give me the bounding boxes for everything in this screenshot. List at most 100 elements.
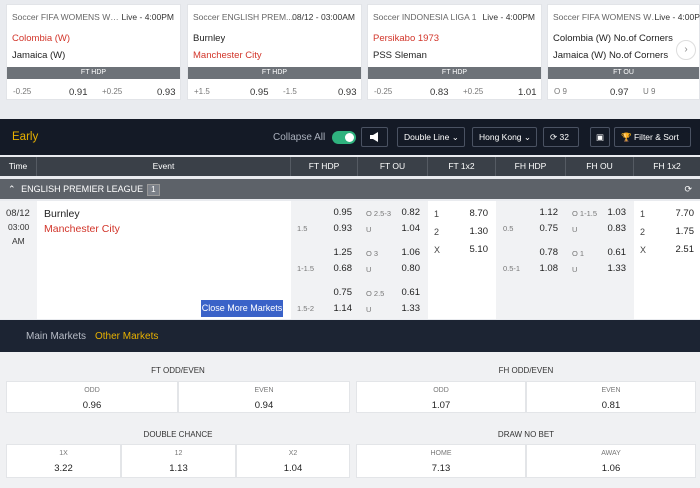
league-count: 1	[147, 184, 160, 196]
odds-value[interactable]: 0.93	[157, 87, 176, 98]
odds-value[interactable]: 0.93	[338, 87, 357, 98]
odds-label: -0.25	[374, 87, 393, 96]
odds-value[interactable]: 1.75	[654, 226, 695, 237]
odds-value[interactable]: 0.61	[380, 287, 421, 298]
col-ft-1x2: FT 1x2	[428, 157, 496, 176]
close-more-markets-button[interactable]: Close More Markets	[201, 300, 283, 317]
chevron-up-icon[interactable]: ⌃	[8, 184, 16, 194]
odds-value[interactable]: 0.80	[380, 263, 421, 274]
odds-box-value: 1.04	[283, 463, 303, 474]
odds-label: -1.5	[283, 87, 297, 96]
odds-value[interactable]: 0.75	[516, 223, 559, 234]
odds-value[interactable]: 0.75	[310, 287, 353, 298]
odds-value[interactable]: 0.78	[516, 247, 559, 258]
col-ft-ou: FT OU	[358, 157, 428, 176]
odds-box[interactable]: EVEN 0.94	[178, 381, 350, 413]
odds-value[interactable]: 0.95	[250, 87, 269, 98]
odds-label: U 9	[643, 87, 656, 96]
odds-value[interactable]: 0.91	[69, 87, 88, 98]
home-team: Burnley	[44, 208, 80, 220]
odds-box-value: 0.96	[82, 400, 102, 411]
match-card[interactable]: Soccer INDONESIA LIGA 1 Live - 4:00PM Per…	[367, 4, 542, 100]
odds-value[interactable]: 1.06	[380, 247, 421, 258]
odds-box[interactable]: ODD 1.07	[356, 381, 526, 413]
league-header[interactable]: ⌃ ENGLISH PREMIER LEAGUE 1 ⟳	[0, 179, 700, 199]
tab-main-markets[interactable]: Main Markets	[26, 331, 86, 342]
bet-slip-icon[interactable]: ▣	[590, 127, 610, 147]
match-date: 08/12	[6, 208, 30, 219]
odds-box[interactable]: X2 1.04	[236, 444, 350, 478]
odds-value[interactable]: 0.83	[586, 223, 627, 234]
odds-box-value: 1.06	[601, 463, 621, 474]
col-ft-hdp: FT HDP	[291, 157, 358, 176]
odds-label: +1.5	[194, 87, 210, 96]
odds-value[interactable]: 1.01	[518, 87, 537, 98]
ou-line: U	[366, 265, 372, 274]
odds-box[interactable]: ODD 0.96	[6, 381, 178, 413]
card-competition: Soccer INDONESIA LIGA 1	[373, 12, 477, 22]
odds-box-value: 0.81	[601, 400, 621, 411]
odds-label: +0.25	[463, 87, 484, 96]
filter-sort-button[interactable]: 🏆 Filter & Sort	[614, 127, 691, 147]
odds-value[interactable]: 1.08	[516, 263, 559, 274]
col-fh-hdp: FH HDP	[496, 157, 566, 176]
fh-odds-bg	[496, 201, 634, 319]
card-team1: Colombia (W) No.of Corners	[553, 33, 673, 44]
ft-odds-bg	[291, 201, 428, 319]
odds-value[interactable]: 1.30	[448, 226, 489, 237]
col-fh-ou: FH OU	[566, 157, 634, 176]
odds-value[interactable]: 1.33	[586, 263, 627, 274]
odds-value[interactable]: 1.14	[310, 303, 353, 314]
odds-value[interactable]: 1.12	[516, 207, 559, 218]
odds-value[interactable]: 0.83	[430, 87, 449, 98]
odds-box-label: ODD	[84, 387, 100, 394]
line-select[interactable]: Double Line ⌄	[397, 127, 465, 147]
match-card[interactable]: Soccer FIFA WOMENS WO...Live - 4:00PM Co…	[6, 4, 181, 100]
odds-format-select[interactable]: Hong Kong ⌄	[472, 127, 537, 147]
odds-value[interactable]: 1.03	[586, 207, 627, 218]
card-team2: Jamaica (W) No.of Corners	[553, 50, 669, 61]
match-card[interactable]: Soccer ENGLISH PREM... 08/12 - 03:00AM Bu…	[187, 4, 362, 100]
chevron-down-icon: ⌄	[451, 132, 459, 142]
odds-value[interactable]: 8.70	[448, 208, 489, 219]
odds-box[interactable]: AWAY 1.06	[526, 444, 696, 478]
odds-value[interactable]: 7.70	[654, 208, 695, 219]
chevron-right-icon[interactable]: ›	[676, 40, 696, 60]
odds-value[interactable]: 0.93	[310, 223, 353, 234]
odds-value[interactable]: 0.82	[380, 207, 421, 218]
odds-value[interactable]: 0.97	[610, 87, 629, 98]
collapse-all-toggle[interactable]	[332, 131, 356, 144]
odds-box[interactable]: HOME 7.13	[356, 444, 526, 478]
odds-value[interactable]: 2.51	[654, 244, 695, 255]
card-market: FT HDP	[7, 67, 180, 79]
odds-value[interactable]: 0.68	[310, 263, 353, 274]
odds-box[interactable]: 12 1.13	[121, 444, 236, 478]
odds-value[interactable]: 0.61	[586, 247, 627, 258]
odds-value[interactable]: 5.10	[448, 244, 489, 255]
hdp-line: 1.5	[297, 224, 308, 233]
odds-box-value: 7.13	[431, 463, 451, 474]
1x2-label: 2	[640, 227, 646, 237]
card-market: FT OU	[548, 67, 699, 79]
odds-label: O 9	[554, 87, 567, 96]
card-market: FT HDP	[188, 67, 361, 79]
odds-box-value: 1.07	[431, 400, 451, 411]
odds-format-value: Hong Kong	[479, 132, 522, 142]
odds-box-value: 3.22	[54, 463, 73, 474]
odds-value[interactable]: 1.33	[380, 303, 421, 314]
odds-value[interactable]: 1.25	[310, 247, 353, 258]
odds-box[interactable]: 1X 3.22	[6, 444, 121, 478]
trophy-icon: 🏆	[621, 132, 632, 142]
chevron-down-icon: ⌄	[523, 132, 532, 142]
megaphone-icon[interactable]	[361, 127, 388, 147]
1x2-label: X	[640, 245, 647, 255]
ou-line: U	[366, 305, 372, 314]
tab-other-markets[interactable]: Other Markets	[95, 331, 158, 342]
odds-box[interactable]: EVEN 0.81	[526, 381, 696, 413]
odds-value[interactable]: 0.95	[310, 207, 353, 218]
refresh-button[interactable]: ⟳ 32	[543, 127, 579, 147]
card-team2: Manchester City	[193, 50, 262, 61]
refresh-icon[interactable]: ⟳	[684, 179, 692, 199]
fh-odd-even-title: FH ODD/EVEN	[498, 366, 554, 375]
odds-value[interactable]: 1.04	[380, 223, 421, 234]
